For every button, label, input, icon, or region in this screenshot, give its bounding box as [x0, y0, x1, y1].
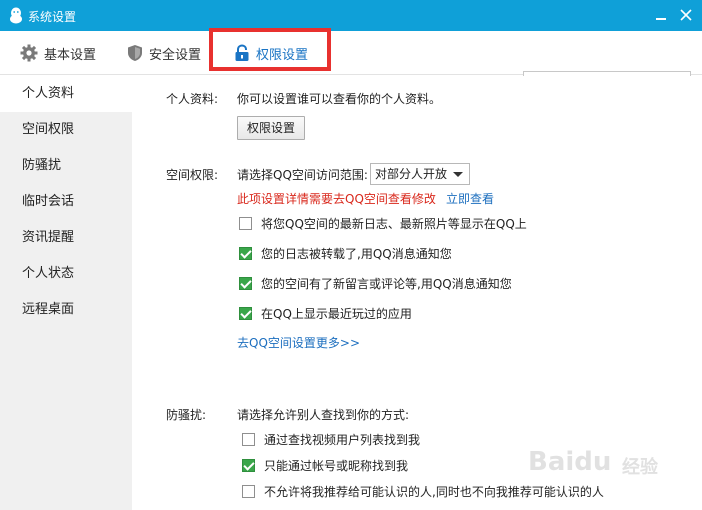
space-range-label: 请选择QQ空间访问范围: — [237, 168, 368, 182]
gear-icon — [20, 44, 38, 62]
harass-section-label: 防骚扰: — [166, 408, 207, 422]
lock-icon — [235, 44, 249, 61]
checkbox-log-reposted[interactable] — [239, 247, 252, 260]
space-section-label: 空间权限: — [166, 168, 219, 182]
space-range-select[interactable]: 对部分人开放 — [370, 163, 470, 185]
qq-penguin-icon — [10, 7, 22, 24]
option-video-list-label: 通过查找视频用户列表找到我 — [264, 433, 421, 447]
sidebar-item-temp-session[interactable]: 临时会话 — [0, 184, 132, 220]
option-no-recommend-label: 不允许将我推荐给可能认识的人,同时也不向我推荐可能认识的人 — [264, 485, 604, 499]
option-recent-apps-label: 在QQ上显示最近玩过的应用 — [261, 307, 412, 321]
toolbar: 基本设置 安全设置 权限设置 — [0, 31, 702, 96]
space-range-value: 对部分人开放 — [375, 167, 448, 181]
title-bar: 系统设置 — [0, 0, 702, 31]
sidebar-item-anti-harassment[interactable]: 防骚扰 — [0, 148, 132, 184]
sidebar-item-news-reminder[interactable]: 资讯提醒 — [0, 220, 132, 256]
sidebar-item-remote-desktop[interactable]: 远程桌面 — [0, 292, 132, 328]
checkbox-show-latest[interactable] — [239, 217, 252, 230]
checkbox-new-comment[interactable] — [239, 277, 252, 290]
close-icon[interactable] — [678, 7, 694, 23]
checkbox-account-only[interactable] — [242, 459, 255, 472]
option-log-reposted-label: 您的日志被转载了,用QQ消息通知您 — [261, 247, 452, 261]
option-show-latest-label: 将您QQ空间的最新日志、最新照片等显示在QQ上 — [261, 217, 527, 231]
sidebar: 个人资料 空间权限 防骚扰 临时会话 资讯提醒 个人状态 远程桌面 — [0, 76, 132, 510]
window-title: 系统设置 — [28, 10, 77, 24]
harass-prompt: 请选择允许别人查找到你的方式: — [237, 408, 410, 422]
option-account-only-label: 只能通过帐号或昵称找到我 — [264, 459, 409, 473]
tab-permission-settings-label: 权限设置 — [256, 47, 309, 63]
minimize-button[interactable] — [654, 7, 668, 23]
content-panel: 个人资料: 你可以设置谁可以查看你的个人资料。 权限设置 空间权限: 请选择QQ… — [132, 76, 702, 510]
sidebar-item-personal-status[interactable]: 个人状态 — [0, 256, 132, 292]
checkbox-recent-apps[interactable] — [239, 307, 252, 320]
space-warning-text: 此项设置详情需要去QQ空间查看修改 — [237, 192, 436, 206]
tab-security-settings-label: 安全设置 — [149, 47, 202, 63]
tab-security-settings[interactable]: 安全设置 — [127, 31, 201, 75]
tab-basic-settings[interactable]: 基本设置 — [20, 31, 96, 75]
permission-settings-button[interactable]: 权限设置 — [237, 116, 306, 140]
space-more-link[interactable]: 去QQ空间设置更多>> — [237, 334, 360, 351]
checkbox-video-list[interactable] — [242, 433, 255, 446]
tab-basic-settings-label: 基本设置 — [44, 47, 97, 63]
tab-permission-settings[interactable]: 权限设置 — [234, 31, 308, 75]
sidebar-item-profile[interactable]: 个人资料 — [0, 76, 132, 112]
profile-description: 你可以设置谁可以查看你的个人资料。 — [237, 92, 442, 106]
chevron-down-icon — [453, 172, 463, 177]
checkbox-no-recommend[interactable] — [242, 485, 255, 498]
sidebar-item-space-permission[interactable]: 空间权限 — [0, 112, 132, 148]
option-new-comment-label: 您的空间有了新留言或评论等,用QQ消息通知您 — [261, 277, 512, 291]
profile-section-label: 个人资料: — [166, 92, 219, 106]
view-now-link[interactable]: 立即查看 — [446, 190, 494, 207]
shield-icon — [128, 45, 142, 61]
